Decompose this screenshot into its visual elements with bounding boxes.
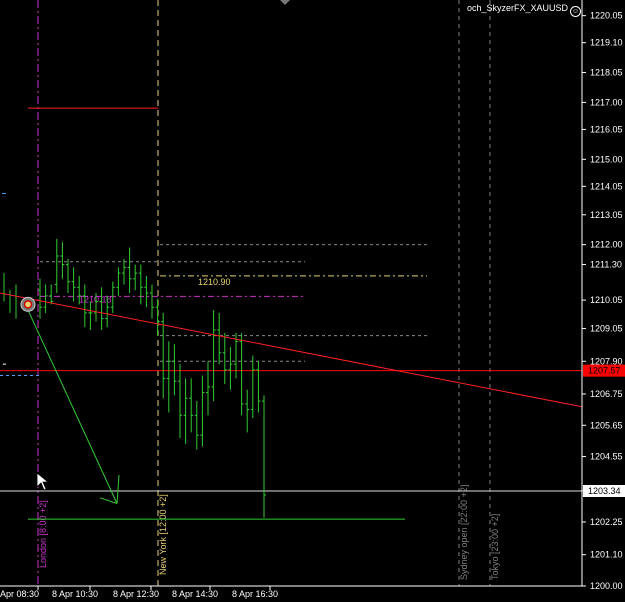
crosshair-price-label: 1203.34 bbox=[588, 486, 621, 496]
chart-title: och_SkyzerFX_XAUUSD ☺ bbox=[467, 3, 581, 17]
price-tick-label: 1216.05 bbox=[590, 124, 623, 134]
price-tick-label: 1204.55 bbox=[590, 452, 623, 462]
price-tick-label: 1214.05 bbox=[590, 181, 623, 191]
price-tick-label: 1202.25 bbox=[590, 517, 623, 527]
level-label: 1210.90 bbox=[198, 277, 231, 287]
price-tick-label: 1217.00 bbox=[590, 97, 623, 107]
price-tick-label: 1211.30 bbox=[590, 260, 622, 270]
session-label: London [8:00 +2] bbox=[38, 500, 48, 568]
session-label: Sydney open [22:00 +2] bbox=[459, 485, 469, 580]
price-tick-label: 1200.00 bbox=[590, 581, 623, 591]
time-tick-label: 8 Apr 14:30 bbox=[172, 589, 218, 599]
time-tick-label: 8 Apr 16:30 bbox=[232, 589, 278, 599]
price-tick-label: 1218.05 bbox=[590, 68, 623, 78]
chart-title-text: och_SkyzerFX_XAUUSD bbox=[466, 3, 568, 13]
price-tick-label: 1201.10 bbox=[590, 550, 623, 560]
session-label: Tokyo [23:00 +2] bbox=[490, 514, 500, 580]
time-tick-label: 8 Apr 10:30 bbox=[52, 589, 98, 599]
price-tick-label: 1210.05 bbox=[590, 295, 623, 305]
price-tick-label: 1212.00 bbox=[590, 240, 623, 250]
price-tick-label: 1205.65 bbox=[590, 420, 623, 430]
time-tick-label: 8 Apr 12:30 bbox=[113, 589, 159, 599]
session-label: New York [12:00 +2] bbox=[158, 494, 168, 575]
price-chart[interactable]: London [8:00 +2] New York [12:00 +2] Sydne… bbox=[0, 0, 625, 602]
price-tick-label: 1215.00 bbox=[590, 154, 623, 164]
price-tick-label: 1206.75 bbox=[590, 389, 623, 399]
price-tick-label: 1220.05 bbox=[590, 11, 623, 21]
time-tick-label: Apr 08:30 bbox=[0, 589, 39, 599]
price-tick-label: 1219.10 bbox=[590, 38, 623, 48]
price-tick-label: 1209.05 bbox=[590, 324, 623, 334]
point-marker-core bbox=[23, 300, 33, 309]
current-price-label: 1207.57 bbox=[588, 366, 621, 376]
price-tick-label: 1213.05 bbox=[590, 210, 623, 220]
smiley-icon[interactable]: ☺ bbox=[570, 6, 581, 17]
